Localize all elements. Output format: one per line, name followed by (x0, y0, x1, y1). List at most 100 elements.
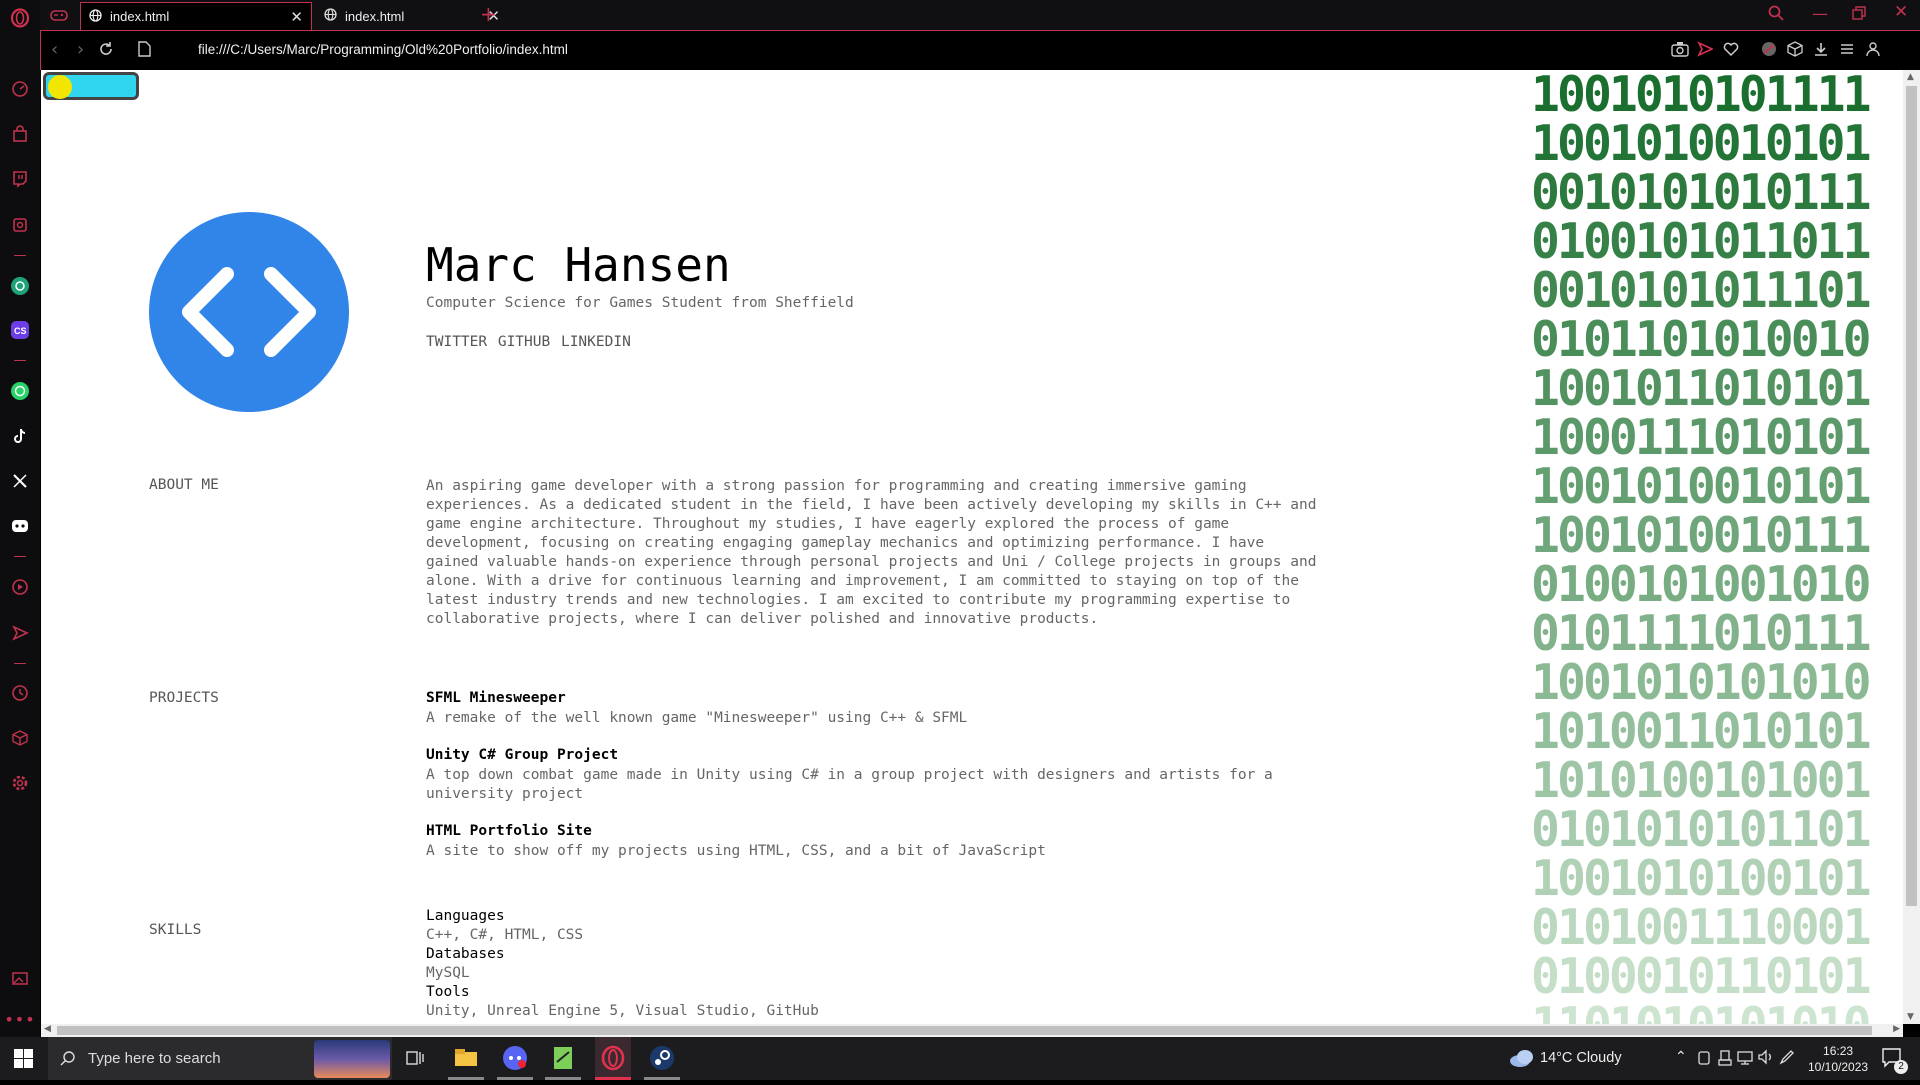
speed-dial-icon[interactable] (9, 78, 31, 100)
windows-start-icon[interactable] (14, 1049, 33, 1073)
steam-icon[interactable] (648, 1044, 676, 1072)
page-info-icon[interactable] (137, 41, 151, 61)
toggle-knob[interactable] (48, 75, 72, 99)
close-tab-icon[interactable]: ✕ (290, 8, 303, 26)
binary-row: 1010100101001 (1531, 752, 1872, 809)
skill-category: Languages (426, 908, 505, 924)
search-placeholder: Type here to search (88, 1050, 221, 1067)
binary-row: 0100010110101 (1531, 948, 1872, 1005)
easy-setup-menu-icon[interactable] (1839, 41, 1855, 61)
project-title: HTML Portfolio Site (426, 823, 592, 839)
social-links: TWITTER GITHUB LINKEDIN (426, 334, 631, 350)
vertical-scrollbar[interactable]: ▲ ▼ (1903, 70, 1920, 1024)
bookmark-heart-icon[interactable] (1723, 41, 1739, 61)
whatsapp-icon[interactable] (9, 380, 31, 402)
new-tab-button[interactable]: + (480, 2, 497, 26)
twitch-icon[interactable] (9, 168, 31, 190)
opera-logo-icon[interactable] (9, 7, 31, 29)
tab-strip: index.html ✕ index.html ✕ + — ✕ (40, 0, 1920, 30)
scroll-down-icon[interactable]: ▼ (1907, 1012, 1914, 1022)
tray-app-icon[interactable] (1697, 1050, 1711, 1071)
snapshot-camera-icon[interactable] (1671, 41, 1689, 61)
taskbar-search[interactable]: Type here to search (48, 1037, 392, 1080)
settings-gear-icon[interactable] (9, 772, 31, 794)
binary-row: 1001010010111 (1531, 507, 1872, 564)
cloudy-weather-icon[interactable] (1508, 1047, 1536, 1074)
binary-row: 1001010101111 (1531, 70, 1872, 123)
page-title: Marc Hansen (426, 238, 731, 292)
system-clock[interactable]: 16:23 10/10/2023 (1808, 1043, 1868, 1075)
theme-toggle[interactable] (43, 72, 139, 100)
vpn-icon[interactable] (1761, 41, 1777, 61)
task-view-icon[interactable] (406, 1049, 424, 1072)
globe-icon (89, 8, 102, 25)
search-tabs-icon[interactable] (1768, 5, 1784, 25)
scroll-up-icon[interactable]: ▲ (1907, 72, 1914, 82)
pen-workspace-icon[interactable] (1779, 1049, 1795, 1070)
back-icon[interactable]: ‹ (51, 39, 58, 60)
x-twitter-icon[interactable] (9, 470, 31, 492)
scroll-right-icon[interactable]: ▶ (1893, 1024, 1900, 1034)
binary-row: 1001010010101 (1531, 458, 1872, 515)
send-to-flow-icon[interactable] (1697, 41, 1715, 61)
project-description: A top down combat game made in Unity usi… (426, 767, 1273, 802)
restore-window-icon[interactable] (1852, 5, 1866, 24)
chatgpt-icon[interactable] (9, 275, 31, 297)
scroll-left-icon[interactable]: ◀ (44, 1024, 51, 1034)
binary-decoration: 1001010101111 1001010010101 0010101010111 0… (1531, 70, 1903, 1024)
binary-row: 1001010100101 (1531, 850, 1872, 907)
twitter-link[interactable]: TWITTER (426, 334, 487, 350)
projects-heading: PROJECTS (149, 690, 219, 706)
weather-text[interactable]: 14°C Cloudy (1540, 1050, 1622, 1066)
url-field[interactable]: file:///C:/Users/Marc/Programming/Old%20… (198, 42, 568, 57)
send-icon[interactable] (9, 622, 31, 644)
history-icon[interactable] (9, 682, 31, 704)
search-highlight-image (314, 1040, 390, 1078)
usb-device-icon[interactable] (1718, 1050, 1732, 1071)
wallpaper-icon[interactable] (9, 967, 31, 989)
extensions-cube-icon[interactable] (9, 727, 31, 749)
extensions-icon[interactable] (1787, 41, 1803, 61)
reload-icon[interactable] (98, 41, 114, 61)
discord-icon[interactable] (9, 515, 31, 537)
show-hidden-icons-chevron-icon[interactable]: ⌃ (1675, 1048, 1687, 1065)
forward-icon[interactable]: › (77, 39, 84, 60)
close-window-icon[interactable]: ✕ (1894, 2, 1908, 22)
shopping-bag-icon[interactable] (9, 123, 31, 145)
minimize-window-icon[interactable]: — (1812, 4, 1828, 23)
downloads-icon[interactable] (1813, 41, 1829, 61)
tab-index-active[interactable]: index.html ✕ (80, 2, 312, 30)
browser-sidebar: CS ••• (0, 0, 40, 1037)
binary-row: 0101101010010 (1531, 311, 1872, 368)
music-player-icon[interactable] (9, 576, 31, 598)
opera-gx-taskbar-icon[interactable] (595, 1037, 631, 1080)
binary-row: 0101010101101 (1531, 801, 1872, 858)
scroll-thumb[interactable] (1906, 86, 1917, 906)
project-description: A site to show off my projects using HTM… (426, 843, 1046, 859)
project-title: SFML Minesweeper (426, 690, 566, 706)
file-explorer-icon[interactable] (452, 1044, 480, 1072)
skills-heading: SKILLS (149, 922, 202, 938)
network-icon[interactable] (1737, 1050, 1753, 1071)
binary-row: 0101111010111 (1531, 605, 1872, 662)
notepad-icon[interactable] (549, 1044, 577, 1072)
tab-title: index.html (110, 9, 170, 24)
volume-icon[interactable] (1757, 1049, 1775, 1070)
scroll-thumb[interactable] (57, 1026, 1872, 1035)
address-bar-row: ‹ › file:///C:/Users/Marc/Programming/Ol… (40, 30, 1920, 70)
horizontal-scrollbar[interactable]: ◀ ▶ (41, 1024, 1903, 1037)
more-options-icon[interactable]: ••• (4, 1008, 34, 1030)
tiktok-icon[interactable] (9, 425, 31, 447)
chatsonic-icon[interactable]: CS (9, 319, 31, 341)
github-link[interactable]: GITHUB (498, 334, 550, 350)
discord-app-icon[interactable] (501, 1044, 529, 1072)
about-text: An aspiring game developer with a strong… (426, 478, 1317, 627)
profile-icon[interactable] (1865, 41, 1881, 61)
binary-row: 0100101001010 (1531, 556, 1872, 613)
binary-row: 0010101011101 (1531, 262, 1872, 319)
gamepad-workspace-icon[interactable] (50, 7, 68, 26)
skill-category: Databases (426, 946, 505, 962)
player-icon[interactable] (9, 214, 31, 236)
linkedin-link[interactable]: LINKEDIN (561, 334, 631, 350)
binary-row: 1010011010101 (1531, 703, 1872, 760)
